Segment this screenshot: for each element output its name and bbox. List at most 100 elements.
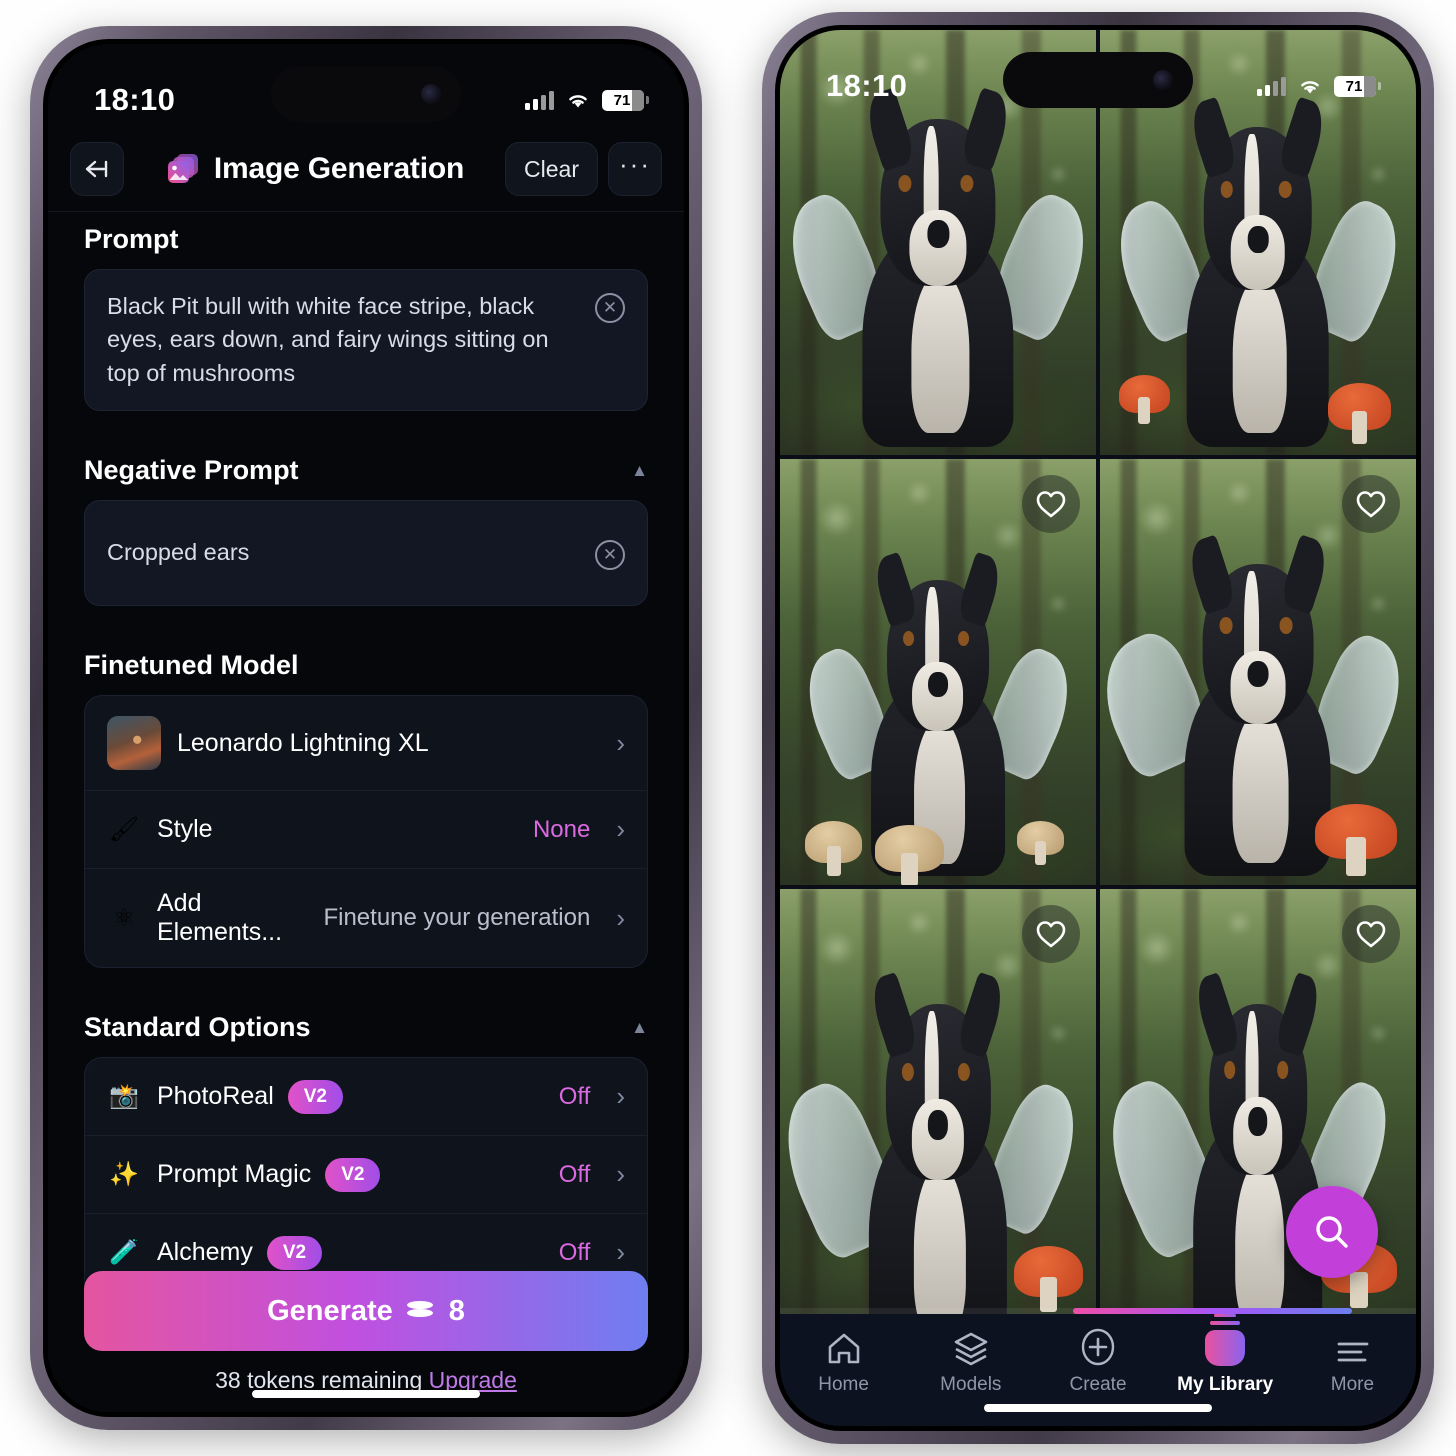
version-badge: V2 [287,1079,343,1114]
more-options-button[interactable]: ··· [608,142,662,196]
sparkles-icon: ✨ [109,1161,139,1189]
negative-prompt-input[interactable]: Cropped ears ✕ [84,500,648,607]
standard-options-label-text: Standard Options [84,1012,311,1043]
standard-options-section-label[interactable]: Standard Options ▲ [48,1012,684,1057]
model-thumbnail [107,716,161,771]
layers-icon [952,1326,990,1366]
library-icon [1205,1314,1246,1366]
alchemy-value: Off [558,1238,591,1266]
status-time: 18:10 [826,68,908,103]
generate-label: Generate [267,1294,393,1327]
gallery-item[interactable] [780,459,1096,885]
wifi-icon [1301,81,1319,94]
status-bar-left: 18:10 71 [48,44,684,126]
version-badge: V2 [325,1157,381,1192]
finetuned-model-card: Leonardo Lightning XL › 🖌 Style None › ⚛… [84,695,648,969]
negative-prompt-section-label[interactable]: Negative Prompt ▲ [48,455,684,500]
gallery-item[interactable] [780,888,1096,1314]
caret-up-icon[interactable]: ▲ [631,461,648,481]
tab-home[interactable]: Home [780,1326,907,1396]
battery-icon: 71 [602,89,649,111]
home-indicator [252,1390,480,1398]
clear-circle-icon[interactable]: ✕ [595,539,625,570]
chevron-right-icon: › [616,1081,625,1112]
favorite-button[interactable] [1022,475,1080,534]
image-stack-icon [167,154,198,183]
tab-models[interactable]: Models [907,1326,1034,1396]
phone-right: Home Models Create My Library More 18:10… [762,12,1434,1444]
home-indicator [984,1404,1212,1412]
tab-create-label: Create [1069,1374,1127,1395]
phone-right-screen: Home Models Create My Library More 18:10… [780,30,1416,1426]
gallery-item[interactable] [1100,459,1416,885]
caret-up-icon[interactable]: ▲ [631,1018,648,1038]
cellular-signal-icon [1257,76,1286,96]
brush-icon: 🖌 [108,816,140,844]
style-row[interactable]: 🖌 Style None › [85,791,647,870]
heart-outline-icon [1356,491,1386,518]
heart-outline-icon [1036,920,1066,947]
chevron-right-icon: › [616,1159,625,1190]
battery-level: 71 [1345,77,1363,95]
prompt-magic-label-text: Prompt Magic [157,1160,312,1189]
chevron-right-icon: › [616,727,625,758]
search-fab[interactable] [1286,1186,1378,1278]
generation-form: Prompt Black Pit bull with white face st… [48,202,684,1412]
cellular-signal-icon [525,90,554,110]
favorite-button[interactable] [1022,904,1080,963]
home-icon [825,1326,863,1366]
favorite-button[interactable] [1342,475,1400,534]
model-name: Leonardo Lightning XL [177,728,429,757]
option-row-photoreal[interactable]: 📸 PhotoReal V2 Off › [85,1058,647,1137]
battery-level: 71 [613,91,631,109]
tab-my-library[interactable]: My Library [1162,1314,1289,1396]
prompt-section-label: Prompt [48,224,684,269]
tab-models-label: Models [940,1374,1002,1395]
option-row-prompt-magic[interactable]: ✨ Prompt Magic V2 Off › [85,1136,647,1215]
chevron-right-icon: › [616,1237,625,1268]
status-bar-right: 18:10 71 [780,30,1416,112]
page-title-text: Image Generation [213,152,465,185]
atom-icon: ⚛ [113,904,135,932]
plus-circle-icon [1079,1326,1117,1366]
top-nav-bar: Image Generation Clear ··· [48,136,684,212]
tab-create[interactable]: Create [1034,1326,1161,1396]
image-generation-page: Image Generation Clear ··· Prompt Black … [48,44,684,1412]
camera-icon: 📸 [109,1083,139,1111]
version-badge: V2 [266,1235,323,1270]
my-library-page: Home Models Create My Library More [780,30,1416,1426]
tab-more[interactable]: More [1289,1326,1416,1396]
status-indicators: 71 [1257,75,1381,97]
battery-icon: 71 [1334,75,1381,97]
favorite-button[interactable] [1342,904,1400,963]
page-title: Image Generation [134,150,495,188]
chevron-right-icon: › [616,902,625,933]
alchemy-label-text: Alchemy [157,1238,253,1267]
clear-button[interactable]: Clear [505,142,598,196]
status-time: 18:10 [94,82,176,117]
finetuned-model-label-text: Finetuned Model [84,650,299,681]
style-label: Style [157,815,213,844]
add-elements-value: Finetune your generation [323,904,591,932]
prompt-input[interactable]: Black Pit bull with white face stripe, b… [84,269,648,412]
image-gallery-grid [780,30,1416,1314]
add-elements-label: Add Elements... [157,889,283,947]
model-row[interactable]: Leonardo Lightning XL › [85,696,647,792]
back-arrow-icon [85,160,108,178]
tab-home-label: Home [818,1374,869,1395]
clear-circle-icon[interactable]: ✕ [595,293,625,323]
phone-left-bezel: 18:10 71 Image Generation Clear ··· Prom… [43,39,689,1417]
heart-outline-icon [1036,491,1066,518]
tab-my-library-label: My Library [1177,1374,1274,1395]
prompt-label-text: Prompt [84,224,179,254]
status-indicators: 71 [525,89,649,111]
chevron-right-icon: › [616,814,625,845]
photoreal-label: PhotoReal V2 [157,1079,543,1114]
back-button[interactable] [70,142,124,196]
add-elements-row[interactable]: ⚛ Add Elements... Finetune your generati… [85,869,647,967]
menu-lines-icon [1333,1326,1371,1366]
prompt-magic-label: Prompt Magic V2 [157,1157,543,1192]
generate-button[interactable]: Generate 8 [84,1271,648,1351]
flask-icon: 🧪 [109,1239,139,1267]
tab-more-label: More [1330,1374,1375,1395]
